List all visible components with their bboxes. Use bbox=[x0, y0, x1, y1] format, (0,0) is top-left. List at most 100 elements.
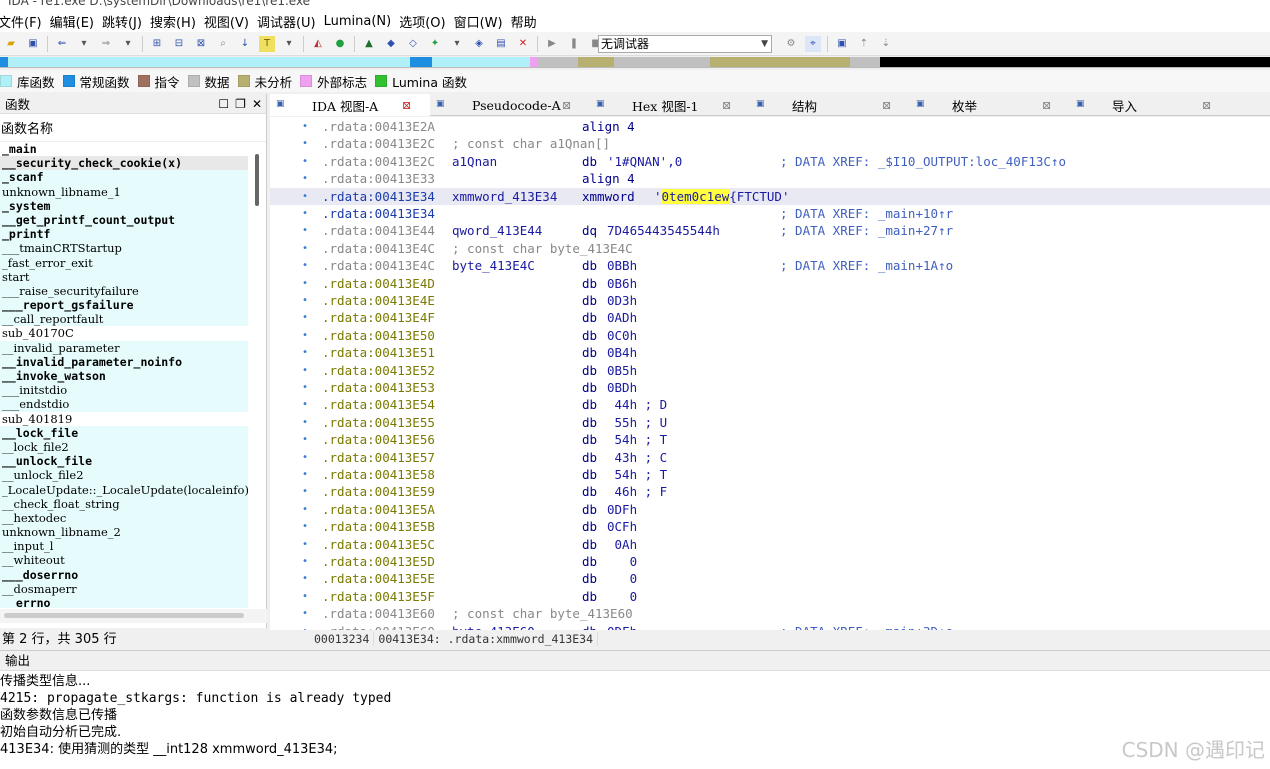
back-dropdown-icon[interactable]: ▾ bbox=[76, 36, 92, 52]
back-icon[interactable]: ⇐ bbox=[54, 36, 70, 52]
code-operand[interactable]: 44h ; D bbox=[607, 396, 668, 413]
breakpoint-icon[interactable]: ⌖ bbox=[805, 36, 821, 52]
code-operand[interactable]: 0D3h bbox=[607, 292, 637, 309]
function-name-column-header[interactable]: 函数名称 bbox=[0, 114, 266, 142]
tab-close-icon[interactable]: ⊠ bbox=[562, 99, 574, 112]
code-line[interactable]: • .rdata:00413E5B db 0CFh bbox=[270, 518, 1270, 535]
code-operand[interactable]: 0Ah bbox=[607, 536, 638, 553]
function-list-item[interactable]: sub_401819 bbox=[0, 411, 248, 426]
code-line[interactable]: • .rdata:00413E52 db 0B5h bbox=[270, 362, 1270, 379]
binary-search-icon[interactable]: ⊞ bbox=[149, 36, 165, 52]
code-line[interactable]: • .rdata:00413E57 db 43h ; C bbox=[270, 449, 1270, 466]
code-operand[interactable]: 43h ; C bbox=[607, 449, 668, 466]
function-list-item[interactable]: __security_check_cookie(x) bbox=[0, 156, 248, 171]
code-line[interactable]: • .rdata:00413E5C db 0Ah bbox=[270, 536, 1270, 553]
function-list-item[interactable]: _scanf bbox=[0, 170, 248, 185]
code-line[interactable]: • .rdata:00413E5F db 0 bbox=[270, 588, 1270, 605]
code-operand[interactable]: 0 bbox=[607, 553, 638, 570]
code-comment[interactable]: ; const char a1Qnan[] bbox=[452, 135, 610, 152]
code-operand[interactable]: 7D465443545544h bbox=[607, 222, 720, 239]
code-line[interactable]: • .rdata:00413E60 byte_413E60 db 0DFh ; DATA … bbox=[270, 623, 1270, 630]
code-label[interactable]: byte_413E4C bbox=[452, 257, 535, 274]
lumina-pull-icon[interactable]: ▣ bbox=[834, 36, 850, 52]
code-line[interactable]: • .rdata:00413E56 db 54h ; T bbox=[270, 431, 1270, 448]
tab-close-icon[interactable]: ⊠ bbox=[722, 99, 734, 112]
menu-item[interactable]: 帮助 bbox=[507, 12, 541, 31]
disassembly-view[interactable]: • .rdata:00413E2A align 4 • .rdata:00413E2C;… bbox=[270, 117, 1270, 630]
function-list-item[interactable]: __unlock_file2 bbox=[0, 468, 248, 483]
code-operand[interactable]: 0BBh bbox=[607, 257, 637, 274]
function-list-item[interactable]: __lock_file2 bbox=[0, 439, 248, 455]
code-operand[interactable]: 0C0h bbox=[607, 327, 637, 344]
restore-icon[interactable]: ❐ bbox=[235, 97, 246, 111]
code-line[interactable]: • .rdata:00413E54 db 44h ; D bbox=[270, 396, 1270, 413]
function-list-item[interactable]: __whiteout bbox=[0, 553, 248, 568]
code-line[interactable]: • .rdata:00413E44 qword_413E44 dq 7D46544354… bbox=[270, 222, 1270, 239]
function-list-item[interactable]: __invalid_parameter bbox=[0, 340, 248, 355]
tab[interactable]: ▣ 导入 ⊠ bbox=[1070, 94, 1230, 116]
code-operand[interactable]: 0CFh bbox=[607, 518, 637, 535]
tab[interactable]: ▣ IDA 视图-A ⊠ bbox=[270, 94, 430, 116]
code-line[interactable]: • .rdata:00413E51 db 0B4h bbox=[270, 344, 1270, 361]
function-list-item[interactable]: unknown_libname_1 bbox=[0, 184, 248, 199]
code-line[interactable]: • .rdata:00413E4F db 0ADh bbox=[270, 309, 1270, 326]
function-list-item[interactable]: __hextodec bbox=[0, 510, 248, 526]
tab[interactable]: ▣ Hex 视图-1 ⊠ bbox=[590, 94, 750, 116]
open-icon[interactable]: ▰ bbox=[3, 36, 19, 52]
scrollbar-thumb[interactable] bbox=[255, 154, 259, 206]
menu-item[interactable]: 跳转(J) bbox=[98, 12, 146, 31]
code-line[interactable]: • .rdata:00413E5E db 0 bbox=[270, 570, 1270, 587]
function-list-item[interactable]: __unlock_file bbox=[0, 454, 248, 469]
code-operand[interactable]: 0ADh bbox=[607, 309, 637, 326]
code-line[interactable]: • .rdata:00413E33 align 4 bbox=[270, 170, 1270, 187]
forward-icon[interactable]: ⇒ bbox=[98, 36, 114, 52]
hscrollbar-thumb[interactable] bbox=[4, 613, 244, 618]
tab-close-icon[interactable]: ⊠ bbox=[1202, 99, 1214, 112]
code-line[interactable]: • .rdata:00413E60 ; const char byte_413E60 bbox=[270, 605, 1270, 622]
run-circle-icon[interactable]: ● bbox=[332, 36, 348, 52]
navigation-band[interactable] bbox=[0, 57, 1270, 68]
code-operand[interactable]: '0tem0c1ew{FTCTUD' bbox=[654, 188, 789, 205]
code-line[interactable]: • .rdata:00413E53 db 0BDh bbox=[270, 379, 1270, 396]
menu-item[interactable]: 窗口(W) bbox=[450, 12, 507, 31]
code-line[interactable]: • .rdata:00413E2A align 4 bbox=[270, 118, 1270, 135]
function-list-item[interactable]: unknown_libname_2 bbox=[0, 525, 248, 540]
function-list-item[interactable]: _LocaleUpdate::_LocaleUpdate(localeinfo) bbox=[0, 482, 248, 497]
code-line[interactable]: • .rdata:00413E2C ; const char a1Qnan[] bbox=[270, 135, 1270, 152]
function-list-item[interactable]: __invoke_watson bbox=[0, 369, 248, 384]
tab-close-icon[interactable]: ⊠ bbox=[402, 99, 414, 112]
function-list-item[interactable]: start bbox=[0, 269, 248, 284]
code-operand[interactable]: '1#QNAN',0 bbox=[607, 153, 682, 170]
function-list-item[interactable]: __errno bbox=[0, 596, 248, 608]
code-xref-comment[interactable]: ; DATA XREF: _$I10_OUTPUT:loc_40F13C↑o bbox=[780, 153, 1066, 170]
lumina-push-icon[interactable]: ⇡ bbox=[856, 36, 872, 52]
function-list-item[interactable]: __dosmaperr bbox=[0, 581, 248, 596]
menu-item[interactable]: 文件(F) bbox=[0, 12, 46, 31]
function-list-item[interactable]: _system bbox=[0, 198, 248, 213]
struct-icon[interactable]: ◈ bbox=[471, 36, 487, 52]
play-icon[interactable]: ▶ bbox=[544, 36, 560, 52]
code-operand[interactable]: 0 bbox=[607, 570, 638, 587]
make-array-icon[interactable]: ✦ bbox=[427, 36, 443, 52]
save-icon[interactable]: ▣ bbox=[25, 36, 41, 52]
code-line[interactable]: • .rdata:00413E34 ; DATA XREF: _main+10↑r bbox=[270, 205, 1270, 222]
code-xref-comment[interactable]: ; DATA XREF: _main+27↑r bbox=[780, 222, 953, 239]
code-label[interactable]: byte_413E60 bbox=[452, 623, 535, 630]
code-line[interactable]: • .rdata:00413E55 db 55h ; U bbox=[270, 414, 1270, 431]
code-line[interactable]: • .rdata:00413E5D db 0 bbox=[270, 553, 1270, 570]
code-operand[interactable]: 0DFh bbox=[607, 623, 637, 630]
code-operand[interactable]: 0 bbox=[607, 588, 638, 605]
code-xref-comment[interactable]: ; DATA XREF: _main+3D↑o bbox=[780, 623, 953, 630]
function-list-item[interactable]: __input_l bbox=[0, 539, 248, 554]
function-list-item[interactable]: _main bbox=[0, 142, 248, 157]
function-list-item[interactable]: ___raise_securityfailure bbox=[0, 283, 248, 299]
code-operand[interactable]: 55h ; U bbox=[607, 414, 668, 431]
view-dropdown-icon[interactable]: ▾ bbox=[281, 36, 297, 52]
menu-item[interactable]: 编辑(E) bbox=[46, 12, 98, 31]
code-line[interactable]: • .rdata:00413E59 db 46h ; F bbox=[270, 483, 1270, 500]
code-label[interactable]: qword_413E44 bbox=[452, 222, 542, 239]
tab-close-icon[interactable]: ⊠ bbox=[1042, 99, 1054, 112]
function-list-item[interactable]: __call_reportfault bbox=[0, 312, 248, 327]
function-list-hscrollbar[interactable] bbox=[0, 609, 267, 623]
pause-icon[interactable]: ❚ bbox=[566, 36, 582, 52]
